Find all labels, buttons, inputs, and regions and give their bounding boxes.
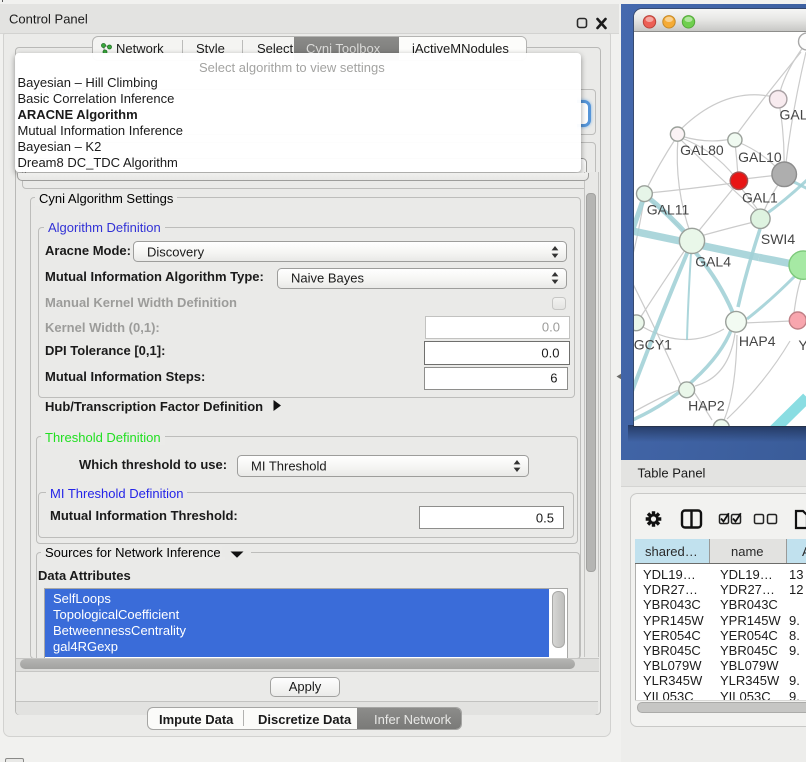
svg-text:GAL11: GAL11 bbox=[647, 201, 690, 217]
svg-text:GAL80: GAL80 bbox=[680, 142, 724, 158]
svg-text:GAL4: GAL4 bbox=[695, 253, 731, 269]
svg-text:HAP2: HAP2 bbox=[688, 397, 725, 413]
svg-text:GAL10: GAL10 bbox=[738, 148, 782, 164]
svg-text:SWI4: SWI4 bbox=[761, 230, 795, 246]
svg-text:GAL2: GAL2 bbox=[780, 106, 806, 122]
svg-text:GCY1: GCY1 bbox=[634, 336, 672, 352]
svg-text:HAP4: HAP4 bbox=[739, 333, 776, 349]
svg-text:GAL1: GAL1 bbox=[742, 189, 778, 205]
svg-text:Y: Y bbox=[798, 336, 806, 352]
